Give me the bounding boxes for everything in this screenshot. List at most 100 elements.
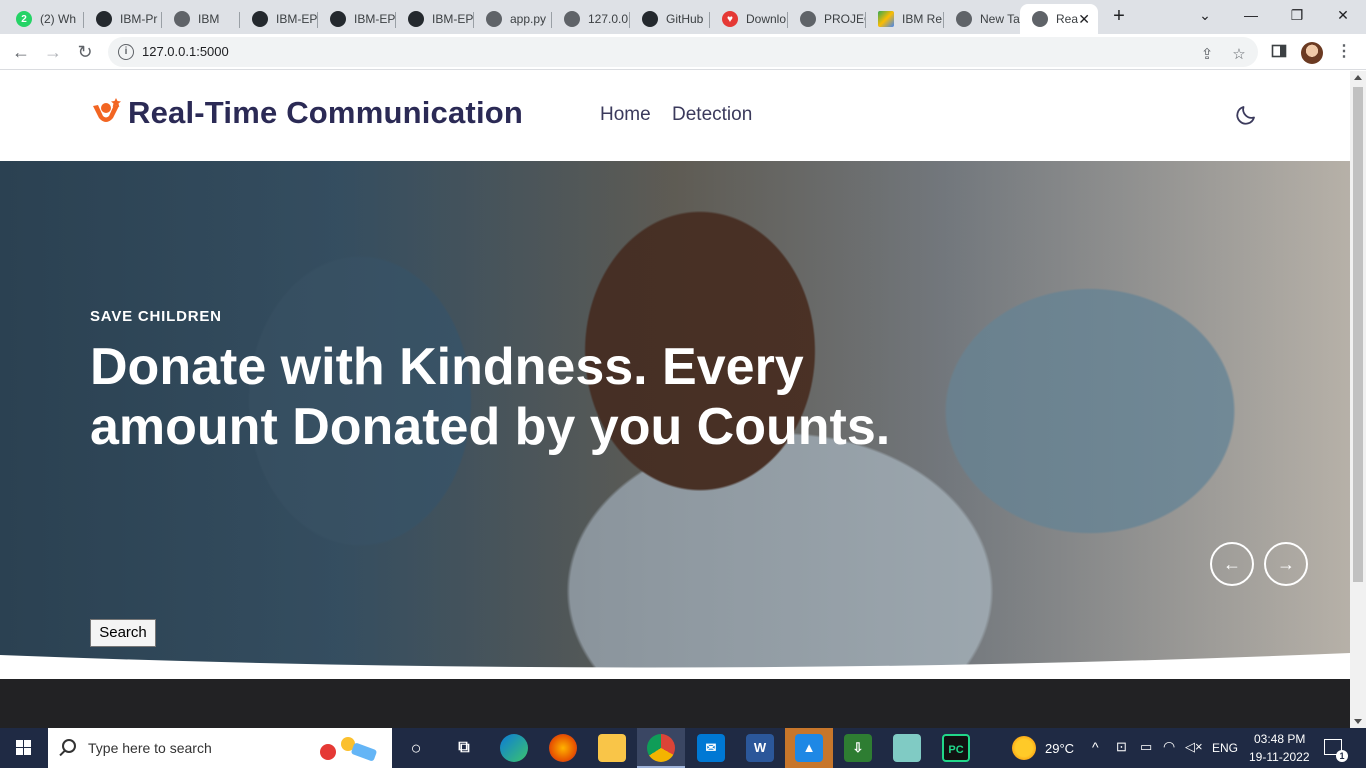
scroll-down-icon[interactable]	[1354, 719, 1362, 724]
tab-label: Downlo	[746, 12, 787, 26]
tab-label: New Ta	[980, 12, 1020, 26]
tab-github-home[interactable]: GitHub	[630, 4, 710, 34]
tab-localhost[interactable]: 127.0.0	[552, 4, 630, 34]
file-explorer-icon[interactable]	[598, 734, 626, 762]
address-bar[interactable]: i 127.0.0.1:5000 ⇪ ☆	[108, 37, 1258, 67]
hero-wave-divider	[0, 653, 1350, 681]
meet-now-icon[interactable]: ⊡	[1116, 739, 1127, 755]
weather-sun-icon	[1012, 736, 1036, 760]
github-icon	[408, 11, 424, 27]
tab-download[interactable]: ♥ Downlo	[710, 4, 788, 34]
photos-icon[interactable]: ▲	[795, 734, 823, 762]
battery-icon[interactable]: ▭	[1140, 739, 1152, 755]
nav-detection-link[interactable]: Detection	[672, 104, 752, 126]
wifi-icon[interactable]: ◠	[1163, 738, 1175, 755]
nav-home-link[interactable]: Home	[600, 104, 651, 126]
mail-icon[interactable]: ✉	[697, 734, 725, 762]
tab-label: IBM-Pr	[120, 12, 158, 26]
page-scrollbar[interactable]	[1350, 71, 1366, 728]
tab-label: GitHub	[666, 12, 704, 26]
tab-ibm[interactable]: IBM	[162, 4, 240, 34]
tab-github-1[interactable]: IBM-Pr	[84, 4, 162, 34]
tab-whatsapp[interactable]: 2 (2) Wh	[4, 4, 84, 34]
tab-label: IBM	[198, 12, 220, 26]
notification-count-badge: 1	[1336, 750, 1348, 762]
clock-date[interactable]: 19-11-2022	[1249, 750, 1310, 764]
slider-prev-button[interactable]: ←	[1210, 542, 1254, 586]
tab-search-icon[interactable]: ⌄	[1182, 0, 1228, 30]
brand[interactable]: Real-Time Communication	[90, 95, 523, 131]
search-placeholder: Type here to search	[88, 740, 212, 756]
back-icon[interactable]: ←	[9, 40, 33, 64]
scroll-up-icon[interactable]	[1354, 75, 1362, 80]
tray-chevron-up-icon[interactable]: ^	[1092, 739, 1099, 755]
globe-icon	[174, 11, 190, 27]
tab-active[interactable]: Rea ✕	[1020, 4, 1098, 34]
tab-project[interactable]: PROJEC	[788, 4, 866, 34]
taskbar-search-box[interactable]: Type here to search	[48, 728, 392, 768]
search-highlight-illustration-icon	[318, 736, 380, 762]
clock-time[interactable]: 03:48 PM	[1254, 732, 1305, 746]
github-icon	[330, 11, 346, 27]
dark-mode-moon-icon[interactable]	[1234, 103, 1258, 127]
chrome-icon[interactable]	[647, 734, 675, 762]
web-page: Real-Time Communication Home Detection S…	[0, 71, 1350, 728]
site-info-icon[interactable]: i	[118, 44, 134, 60]
tab-new-tab[interactable]: New Ta	[944, 4, 1020, 34]
globe-icon	[486, 11, 502, 27]
menu-kebab-icon[interactable]: ⋮	[1335, 43, 1353, 61]
github-icon	[252, 11, 268, 27]
task-view-icon[interactable]: ⧉	[450, 734, 478, 762]
site-title: Real-Time Communication	[128, 95, 524, 130]
windows-taskbar: Type here to search ○ ⧉ ✉ W ▲ ⇩ PC 29°C …	[0, 728, 1366, 768]
tab-github-2[interactable]: IBM-EP	[240, 4, 318, 34]
edge-browser-icon[interactable]	[500, 734, 528, 762]
github-icon	[96, 11, 112, 27]
new-tab-button[interactable]: +	[1108, 6, 1130, 28]
hero-subtitle: SAVE CHILDREN	[90, 308, 222, 325]
tab-label: 127.0.0	[588, 12, 629, 26]
close-tab-icon[interactable]: ✕	[1078, 11, 1090, 28]
hero-slider: SAVE CHILDREN Donate with Kindness. Ever…	[0, 161, 1350, 681]
tab-label: IBM-EP	[432, 12, 474, 26]
cortana-icon[interactable]: ○	[402, 734, 430, 762]
firefox-icon[interactable]	[549, 734, 577, 762]
charity-logo-icon	[90, 96, 122, 130]
tab-label: app.py	[510, 12, 547, 26]
notes-app-icon[interactable]	[893, 734, 921, 762]
chrome-icon	[956, 11, 972, 27]
search-icon	[62, 739, 76, 753]
arrow-left-icon: ←	[1223, 554, 1241, 574]
tab-label: Rea	[1056, 12, 1079, 26]
speaker-muted-icon[interactable]: ◁×	[1185, 739, 1203, 755]
drive-icon	[878, 11, 894, 27]
heart-icon: ♥	[722, 11, 738, 27]
tab-label: (2) Wh	[40, 12, 76, 26]
share-icon[interactable]: ⇪	[1198, 46, 1216, 64]
tab-github-3[interactable]: IBM-EP	[318, 4, 396, 34]
bookmark-star-icon[interactable]: ☆	[1230, 46, 1248, 64]
language-indicator[interactable]: ENG	[1212, 741, 1238, 755]
download-app-icon[interactable]: ⇩	[844, 734, 872, 762]
close-window-button[interactable]: ✕	[1320, 0, 1366, 30]
scrollbar-thumb[interactable]	[1353, 87, 1363, 582]
globe-icon	[564, 11, 580, 27]
reload-icon[interactable]: ↻	[73, 40, 97, 64]
restore-button[interactable]: ❐	[1274, 0, 1320, 30]
weather-temperature[interactable]: 29°C	[1045, 741, 1074, 756]
browser-toolbar: ← → ↻ i 127.0.0.1:5000 ⇪ ☆ ⋮	[0, 34, 1366, 70]
tab-app-py[interactable]: app.py	[474, 4, 552, 34]
forward-icon[interactable]: →	[41, 40, 65, 64]
side-panel-icon[interactable]	[1270, 43, 1288, 61]
url-text: 127.0.0.1:5000	[142, 44, 229, 59]
minimize-button[interactable]: —	[1228, 0, 1274, 30]
tab-drive[interactable]: IBM Re	[866, 4, 944, 34]
slider-next-button[interactable]: →	[1264, 542, 1308, 586]
pycharm-icon[interactable]: PC	[942, 734, 970, 762]
windows-start-button[interactable]	[0, 728, 48, 768]
arrow-right-icon: →	[1277, 554, 1295, 574]
word-icon[interactable]: W	[746, 734, 774, 762]
tab-label: IBM-EP	[276, 12, 318, 26]
profile-avatar[interactable]	[1301, 42, 1323, 64]
tab-github-4[interactable]: IBM-EP	[396, 4, 474, 34]
